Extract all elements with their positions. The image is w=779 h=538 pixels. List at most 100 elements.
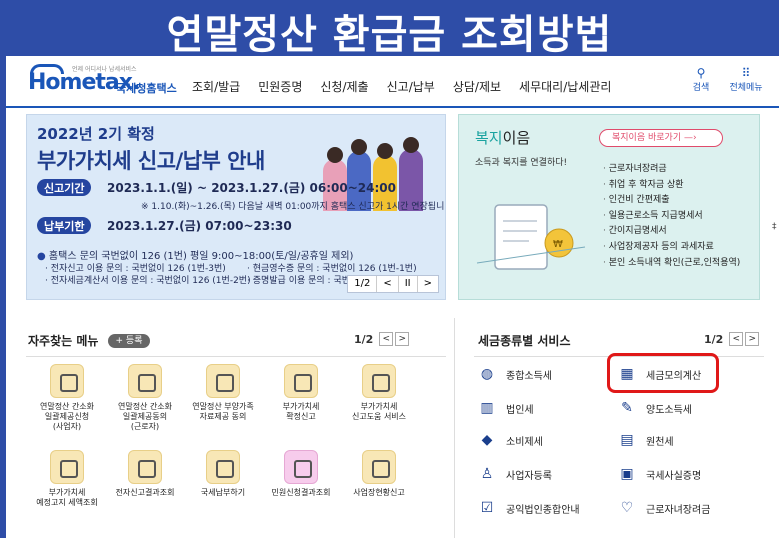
favorites-next-button[interactable]: >: [395, 332, 410, 346]
service-item[interactable]: ◍ 종합소득세: [478, 364, 552, 384]
service-item[interactable]: ▤ 원천세: [618, 430, 673, 450]
favorite-item[interactable]: 부가가치세 확정신고: [262, 364, 340, 422]
welfare-item[interactable]: 취업 후 학자금 상환: [603, 177, 740, 193]
certificate-icon: ▣: [620, 466, 634, 482]
favorite-item[interactable]: 국세납부하기: [184, 450, 262, 498]
favorite-item[interactable]: 연말정산 간소화 일괄제공동의 (근로자): [106, 364, 184, 432]
won-document-icon: [128, 450, 162, 484]
banner-period: 2023.1.1.(일) ~ 2023.1.27.(금) 06:00~24:00: [107, 181, 396, 195]
hometax-logo[interactable]: 언제 어디서나 납세서비스 Hometax. 국세청홈택스: [28, 64, 178, 96]
favorites-prev-button[interactable]: <: [379, 332, 394, 346]
highlight-box: [607, 353, 719, 393]
money-bag-icon: [206, 364, 240, 398]
nav-item[interactable]: 신청/제출: [320, 78, 368, 95]
service-label: 종합소득세: [506, 370, 552, 382]
vertical-divider: [454, 318, 455, 538]
service-item[interactable]: ▣ 국세사실증명: [618, 464, 701, 484]
title-band: 연말정산 환급금 조회방법: [0, 0, 779, 58]
faq-line: · 전자세금계산서 이용 문의 : 국번없이 126 (1번-2번): [45, 276, 251, 286]
nav-item[interactable]: 민원증명: [258, 78, 302, 95]
receipt-icon: ▤: [620, 432, 634, 448]
welfare-panel: 복지이음 복지이음 바로가기 —› 소득과 복지를 연결하다! 근로자녀장려금 …: [458, 114, 760, 300]
favorites-register-button[interactable]: + 등록: [108, 334, 150, 348]
person-icon: ♙: [480, 466, 494, 482]
document-edit-icon: ✎: [621, 400, 633, 416]
favorite-label: 연말정산 간소화 일괄제공신청 (사업자): [39, 402, 95, 431]
welfare-title-a: 복지: [475, 129, 503, 147]
welfare-item[interactable]: 일용근로소득 지급명세서: [603, 208, 740, 224]
favorite-label: 사업장현황신고: [353, 488, 405, 497]
favorites-title: 자주찾는 메뉴: [28, 334, 99, 348]
services-next-button[interactable]: >: [745, 332, 760, 346]
welfare-title: 복지이음: [475, 127, 530, 148]
welfare-item[interactable]: 간이지급명세서: [603, 223, 740, 239]
vat-document-icon: [284, 364, 318, 398]
welfare-list: 근로자녀장려금 취업 후 학자금 상환 인건비 간편제출 일용근로소득 지급명세…: [603, 161, 741, 271]
favorite-item[interactable]: 부가가치세 예정고지 세액조회: [28, 450, 106, 508]
banner-page-indicator: 1/2: [348, 276, 378, 292]
favorite-item[interactable]: 부가가치세 신고도움 서비스: [340, 364, 418, 422]
person-head: [351, 139, 367, 155]
favorite-label: 부가가치세 예정고지 세액조회: [36, 488, 98, 507]
favorite-item[interactable]: 연말정산 간소화 일괄제공신청 (사업자): [28, 364, 106, 432]
service-label: 양도소득세: [646, 404, 692, 416]
service-item[interactable]: ♡ 근로자녀장려금: [618, 498, 711, 518]
favorite-label: 연말정산 간소화 일괄제공동의 (근로자): [117, 402, 173, 431]
hometax-page: 언제 어디서나 납세서비스 Hometax. 국세청홈택스 조회/발급 민원증명…: [6, 56, 779, 538]
welfare-item[interactable]: 근로자녀장려금: [603, 161, 740, 177]
search-label: 검색: [692, 83, 710, 93]
service-item[interactable]: ✎ 양도소득세: [618, 398, 692, 418]
diamond-icon: ◆: [481, 432, 493, 448]
money-bag-icon: [128, 364, 162, 398]
nav-item[interactable]: 조회/발급: [192, 78, 240, 95]
favorite-label: 국세납부하기: [200, 488, 246, 497]
edge-mark: ‡: [772, 222, 777, 232]
welfare-item[interactable]: 본인 소득내역 확인(근로,인적용역): [603, 255, 741, 271]
building-icon: ▥: [480, 400, 494, 416]
person-head: [327, 147, 343, 163]
welfare-item[interactable]: 사업장제공자 등의 과세자료: [603, 239, 740, 255]
nav-item[interactable]: 세무대리/납세관리: [519, 78, 611, 95]
services-prev-button[interactable]: <: [729, 332, 744, 346]
services-page-indicator: 1/2: [704, 332, 724, 346]
services-title: 세금종류별 서비스: [478, 334, 571, 348]
search-icon: ⚲: [696, 66, 706, 80]
search-document-icon: [362, 364, 396, 398]
banner-next-button[interactable]: >: [418, 276, 438, 292]
money-bag-icon: [206, 450, 240, 484]
header-divider: [6, 106, 779, 108]
service-item[interactable]: ♙ 사업자등록: [478, 464, 552, 484]
person-head: [403, 137, 419, 153]
service-item[interactable]: ☑ 공익법인종합안내: [478, 498, 580, 518]
favorites-pager: 1/2 < >: [354, 332, 410, 346]
checklist-icon: ☑: [480, 500, 494, 516]
favorite-item[interactable]: 연말정산 부양가족 자료제공 동의: [184, 364, 262, 422]
banner-prev-button[interactable]: <: [377, 276, 399, 292]
service-label: 공익법인종합안내: [506, 504, 580, 516]
favorite-label: 전자신고결과조회: [115, 488, 175, 497]
vat-banner[interactable]: 2022년 2기 확정 부가가치세 신고/납부 안내 신고기간 2023.1.1…: [26, 114, 446, 300]
favorite-label: 민원신청결과조회: [271, 488, 331, 497]
welfare-link-button[interactable]: 복지이음 바로가기 —›: [599, 129, 723, 147]
favorite-item[interactable]: 사업장현황신고: [340, 450, 418, 498]
nav-item[interactable]: 상담/제보: [453, 78, 501, 95]
service-label: 국세사실증명: [646, 470, 702, 482]
period-pill: 신고기간: [37, 179, 92, 196]
banner-deadline: 2023.1.27.(금) 07:00~23:30: [107, 219, 292, 233]
welfare-item[interactable]: 인건비 간편제출: [603, 192, 740, 208]
favorite-item[interactable]: 전자신고결과조회: [106, 450, 184, 498]
deadline-pill: 납부기한: [37, 217, 92, 234]
service-item[interactable]: ▥ 법인세: [478, 398, 533, 418]
favorites-page-indicator: 1/2: [354, 332, 374, 346]
service-item[interactable]: ◆ 소비제세: [478, 430, 543, 450]
welfare-sub: 소득과 복지를 연결하다!: [475, 158, 568, 168]
all-menu-button[interactable]: ⠿ 전체메뉴: [726, 66, 766, 93]
nav-item[interactable]: 신고/납부: [387, 78, 435, 95]
banner-faq: ● 홈택스 문의 국번없이 126 (1번) 평일 9:00~18:00(토/일…: [37, 251, 354, 262]
service-label: 사업자등록: [506, 470, 552, 482]
main-nav: 조회/발급 민원증명 신청/제출 신고/납부 상담/제보 세무대리/납세관리: [192, 78, 629, 95]
search-button[interactable]: ⚲ 검색: [686, 66, 716, 93]
banner-pause-button[interactable]: II: [399, 276, 418, 292]
favorite-item[interactable]: 민원신청결과조회: [262, 450, 340, 498]
grid-icon: ⠿: [741, 66, 751, 80]
